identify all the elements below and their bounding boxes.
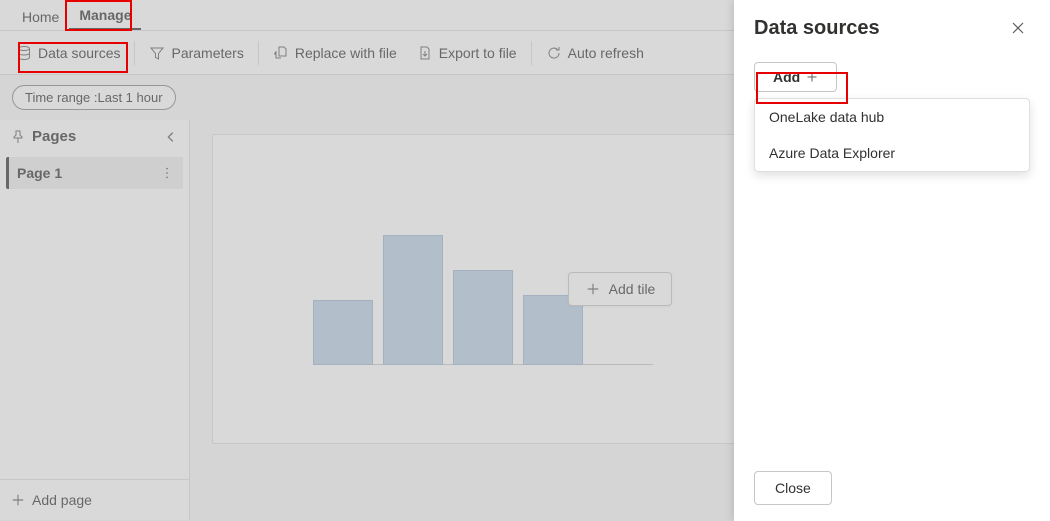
highlight-box <box>65 0 132 31</box>
add-tile-button[interactable]: Add tile <box>568 272 673 306</box>
plus-icon <box>585 281 601 297</box>
chart-bar <box>453 270 513 365</box>
pin-icon <box>10 129 26 145</box>
close-button[interactable]: Close <box>754 471 832 505</box>
autorefresh-button[interactable]: Auto refresh <box>536 39 654 67</box>
close-icon[interactable] <box>1006 16 1030 40</box>
export-label: Export to file <box>439 45 517 61</box>
filter-icon <box>149 45 165 61</box>
add-dropdown: OneLake data hub Azure Data Explorer <box>754 98 1030 172</box>
chart-bar <box>313 300 373 365</box>
sidebar-header: Pages <box>0 120 189 153</box>
tab-home[interactable]: Home <box>12 3 69 30</box>
replace-label: Replace with file <box>295 45 397 61</box>
export-file-icon <box>417 45 433 61</box>
highlight-box <box>756 72 848 104</box>
autorefresh-label: Auto refresh <box>568 45 644 61</box>
panel-footer: Close <box>754 471 1030 505</box>
chart-bar <box>383 235 443 365</box>
export-button[interactable]: Export to file <box>407 39 527 67</box>
parameters-label: Parameters <box>171 45 243 61</box>
pages-sidebar: Pages Page 1 Add page <box>0 120 190 520</box>
time-range-value: Last 1 hour <box>98 90 163 105</box>
placeholder-chart <box>313 195 603 365</box>
sidebar-title: Pages <box>32 128 76 145</box>
refresh-icon <box>546 45 562 61</box>
page-item[interactable]: Page 1 <box>6 157 183 189</box>
add-tile-label: Add tile <box>609 281 656 297</box>
page-list: Page 1 <box>0 153 189 479</box>
add-page-label: Add page <box>32 492 92 508</box>
panel-header: Data sources <box>754 16 1030 40</box>
toolbar-separator <box>134 41 135 65</box>
time-range-prefix: Time range : <box>25 90 98 105</box>
page-item-label: Page 1 <box>17 165 62 181</box>
replace-file-icon <box>273 45 289 61</box>
dropdown-item-onelake[interactable]: OneLake data hub <box>755 99 1029 135</box>
time-range-pill[interactable]: Time range : Last 1 hour <box>12 85 176 110</box>
replace-button[interactable]: Replace with file <box>263 39 407 67</box>
highlight-box <box>18 42 128 73</box>
toolbar-separator <box>258 41 259 65</box>
parameters-button[interactable]: Parameters <box>139 39 253 67</box>
add-page-button[interactable]: Add page <box>0 479 189 520</box>
plus-icon <box>10 492 26 508</box>
toolbar-separator <box>531 41 532 65</box>
more-icon[interactable] <box>159 165 175 181</box>
chevron-left-icon[interactable] <box>163 129 179 145</box>
dropdown-item-adx[interactable]: Azure Data Explorer <box>755 135 1029 171</box>
panel-title: Data sources <box>754 17 880 40</box>
